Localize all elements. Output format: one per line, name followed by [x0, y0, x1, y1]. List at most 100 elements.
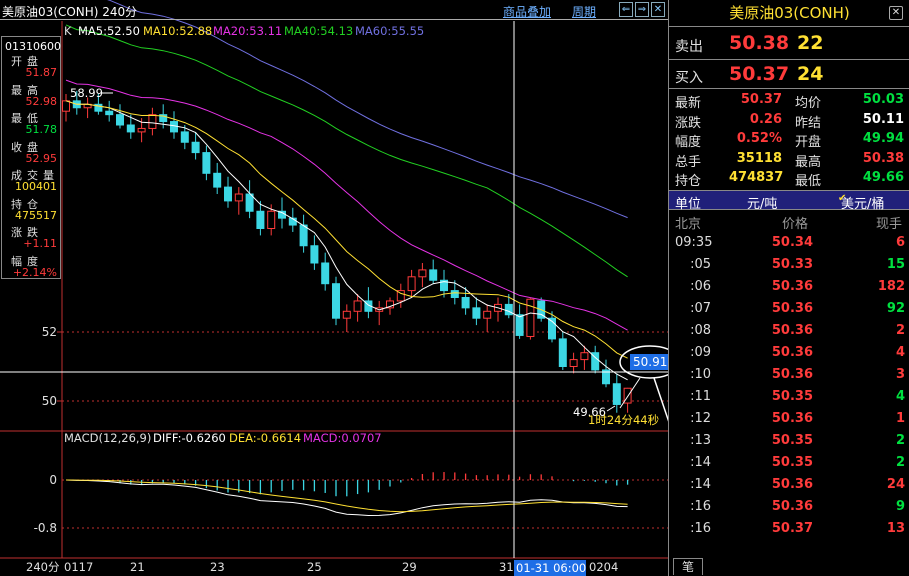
- candle-body: [245, 193, 254, 212]
- tick-time: :10: [690, 367, 711, 382]
- zoom-in-icon[interactable]: ⇒: [635, 2, 649, 17]
- tick-volume: 2: [895, 455, 905, 470]
- price-tick-label: 52: [42, 325, 57, 339]
- candle-body: [256, 210, 265, 229]
- candle-body: [170, 121, 178, 133]
- period-link[interactable]: 周期: [572, 3, 596, 20]
- tick-time: :06: [690, 279, 711, 294]
- tick-volume: 2: [895, 323, 905, 338]
- tick-price: 50.36: [771, 477, 813, 492]
- tick-row: :16 50.37 13: [669, 519, 909, 541]
- candle-body: [342, 310, 351, 319]
- candle-body: [224, 186, 232, 202]
- stat-value: 50.03: [862, 92, 904, 107]
- overlay-commodity-link[interactable]: 商品叠加: [503, 3, 551, 20]
- tick-price: 50.33: [771, 257, 813, 272]
- candle-body: [472, 307, 481, 319]
- legend-ma40: MA40:54.13: [284, 24, 353, 38]
- panel-close-icon[interactable]: ✕: [889, 6, 903, 20]
- ask-label: 卖出: [675, 39, 703, 55]
- tick-volume: 15: [886, 257, 905, 272]
- info-value: +1.11: [23, 237, 57, 250]
- candle-body: [202, 152, 211, 174]
- tick-row: :14 50.35 2: [669, 453, 909, 475]
- tick-price: 50.36: [771, 499, 813, 514]
- candle-body: [332, 283, 340, 319]
- tick-volume: 92: [886, 301, 905, 316]
- unit-bar: 单位 元/吨 ✔ 美元/桶: [669, 190, 909, 212]
- tick-volume: 1: [895, 411, 905, 426]
- date-tick-label: 23: [210, 560, 225, 574]
- candle-body: [515, 314, 524, 336]
- date-tick-label: 0204: [589, 560, 618, 574]
- quote-title: 美原油03(CONH): [669, 0, 909, 27]
- macd-legend-name: MACD(12,26,9): [64, 431, 151, 445]
- info-value: 475517: [15, 208, 57, 222]
- chart-title: 美原油03(CONH) 240分: [2, 5, 138, 19]
- bid-volume: 24: [797, 63, 824, 85]
- tick-row: :06 50.36 182: [669, 277, 909, 299]
- tick-time: :13: [690, 433, 711, 448]
- stat-value: 0.52%: [736, 131, 782, 146]
- tick-row: :11 50.35 4: [669, 387, 909, 409]
- kline-chart-area[interactable]: 52 50 0 -0.8 K MA5:52.50 MA10:52.88 MA20:53.11 M…: [0, 0, 668, 576]
- ask-volume: 22: [797, 32, 824, 54]
- stat-value: 49.66: [862, 170, 904, 185]
- stat-value: 474837: [729, 170, 784, 185]
- date-tick-label: 25: [307, 560, 322, 574]
- tick-row: 09:35 50.34 6: [669, 233, 909, 255]
- tab-ticks[interactable]: 笔: [673, 558, 703, 575]
- candle-body: [483, 310, 492, 319]
- legend-ma5: MA5:52.50: [78, 24, 140, 38]
- stat-value: 35118: [736, 150, 782, 166]
- candle-body: [126, 124, 135, 133]
- tick-volume: 24: [886, 477, 905, 492]
- candle-body: [558, 338, 567, 367]
- info-value: 52.98: [25, 94, 58, 108]
- stat-label: 持仓: [675, 174, 702, 189]
- tick-volume: 182: [877, 279, 905, 294]
- tick-price: 50.36: [771, 323, 813, 338]
- divider: [669, 88, 909, 89]
- candle-body: [353, 300, 362, 312]
- price-tick-label: 50: [42, 394, 57, 408]
- info-value: 100401: [15, 180, 57, 193]
- crosshair-date-label: 01-31 06:00: [516, 561, 586, 575]
- stat-label: 最低: [795, 174, 822, 189]
- zoom-out-icon[interactable]: ⇐: [619, 2, 633, 17]
- tick-price: 50.36: [771, 411, 813, 426]
- candle-body: [267, 210, 276, 229]
- tick-row: :09 50.36 4: [669, 343, 909, 365]
- unit-cny-option[interactable]: 元/吨: [747, 193, 777, 212]
- candle-body: [180, 131, 189, 143]
- candle-body: [407, 276, 416, 292]
- macd-tick-label: -0.8: [34, 521, 57, 535]
- ohlc-info-box: 01310600 开盘 51.87 最高 52.98 最低 51.78 收盘 52.95 成交量…: [1, 36, 61, 279]
- candle-body: [418, 269, 427, 278]
- date-tick-label: 31: [499, 560, 514, 574]
- countdown-timer: 1时24分44秒: [588, 413, 659, 427]
- tick-price: 50.34: [771, 235, 813, 250]
- candle-body: [612, 383, 621, 405]
- info-value: 51.78: [25, 123, 58, 136]
- chart-close-icon[interactable]: ✕: [651, 2, 665, 17]
- tick-price: 50.36: [771, 345, 813, 360]
- candle-body: [116, 114, 124, 126]
- tick-volume: 3: [895, 367, 905, 382]
- info-value: 51.87: [25, 66, 58, 79]
- macd-legend-dea: DEA:-0.6614: [229, 431, 301, 445]
- tick-row: :08 50.36 2: [669, 321, 909, 343]
- kline-chart-svg[interactable]: 52500-0.8K MA5:52.50 MA10:52.88 MA20:53.11 M…: [0, 0, 668, 576]
- unit-usd-option[interactable]: 美元/桶: [841, 193, 884, 212]
- tick-time: :09: [690, 345, 711, 360]
- stat-value: 0.26: [749, 111, 782, 127]
- tick-time: :07: [690, 301, 711, 316]
- legend-ma60: MA60:55.55: [355, 24, 424, 38]
- bid-price: 50.37: [729, 63, 790, 85]
- tick-head-price: 价格: [782, 217, 809, 232]
- stat-label: 开盘: [795, 135, 822, 150]
- stat-label: 昨结: [795, 115, 822, 131]
- ask-price: 50.38: [729, 32, 790, 54]
- legend-ma20: MA20:53.11: [213, 24, 282, 38]
- tick-time: :11: [690, 389, 711, 404]
